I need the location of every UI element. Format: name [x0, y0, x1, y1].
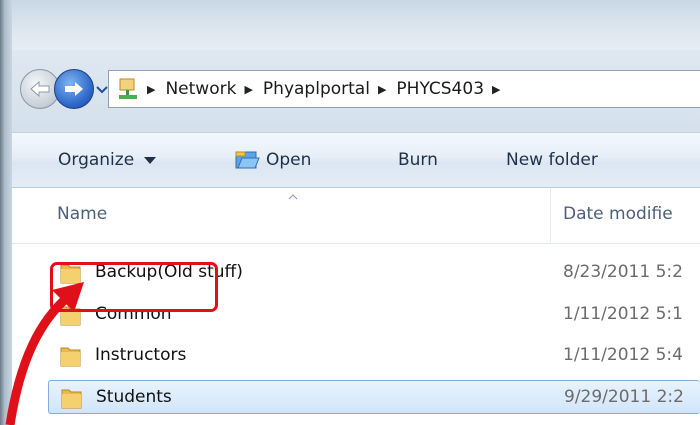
back-arrow-icon — [30, 80, 50, 98]
column-header-name[interactable]: Name — [57, 204, 107, 224]
forward-arrow-icon — [65, 82, 83, 96]
breadcrumb-separator[interactable]: ▶ — [492, 83, 500, 96]
new-folder-label: New folder — [506, 150, 598, 170]
column-header-row: Name Date modifie — [12, 188, 700, 244]
breadcrumb-separator[interactable]: ▶ — [378, 83, 386, 96]
breadcrumb-separator: ▶ — [147, 82, 156, 96]
command-toolbar: Organize Open Burn New folder — [12, 132, 700, 188]
open-button[interactable]: Open — [234, 133, 311, 187]
window-titlebar — [0, 0, 700, 50]
window-left-border — [0, 0, 12, 425]
breadcrumb-separator[interactable]: ▶ — [244, 83, 252, 96]
forward-button[interactable] — [54, 69, 94, 109]
list-item[interactable]: Instructors 1/11/2012 5:4 — [48, 339, 700, 373]
burn-label: Burn — [398, 150, 438, 170]
burn-button[interactable]: Burn — [398, 133, 438, 187]
file-date: 9/29/2011 2:2 — [564, 387, 684, 407]
breadcrumb-network[interactable]: Network — [165, 79, 236, 99]
folder-icon — [61, 389, 82, 409]
breadcrumb-phycs403[interactable]: PHYCS403 — [396, 79, 484, 99]
chevron-down-icon[interactable] — [96, 85, 108, 95]
network-icon — [119, 78, 137, 99]
file-name: Instructors — [95, 345, 187, 365]
address-bar[interactable]: ▶ Network ▶ Phyaplportal ▶ PHYCS403 ▶ — [108, 70, 700, 108]
file-date: 1/11/2012 5:1 — [563, 304, 683, 324]
organize-button[interactable]: Organize — [58, 133, 157, 187]
file-name: Students — [96, 387, 172, 407]
open-folder-icon — [235, 151, 260, 169]
file-date: 8/23/2011 5:2 — [563, 262, 683, 282]
sort-ascending-icon — [288, 194, 298, 200]
annotation-highlight-box — [50, 262, 218, 312]
column-divider[interactable] — [550, 188, 551, 244]
file-date: 1/11/2012 5:4 — [563, 345, 683, 365]
new-folder-button[interactable]: New folder — [506, 133, 598, 187]
caret-down-icon — [144, 156, 157, 164]
open-label: Open — [266, 150, 312, 170]
column-header-date-modified[interactable]: Date modifie — [563, 204, 673, 224]
breadcrumb-phyaplportal[interactable]: Phyaplportal — [263, 79, 370, 99]
list-item-selected[interactable]: Students 9/29/2011 2:2 — [48, 380, 700, 414]
organize-label: Organize — [58, 150, 135, 170]
folder-icon — [60, 347, 81, 367]
